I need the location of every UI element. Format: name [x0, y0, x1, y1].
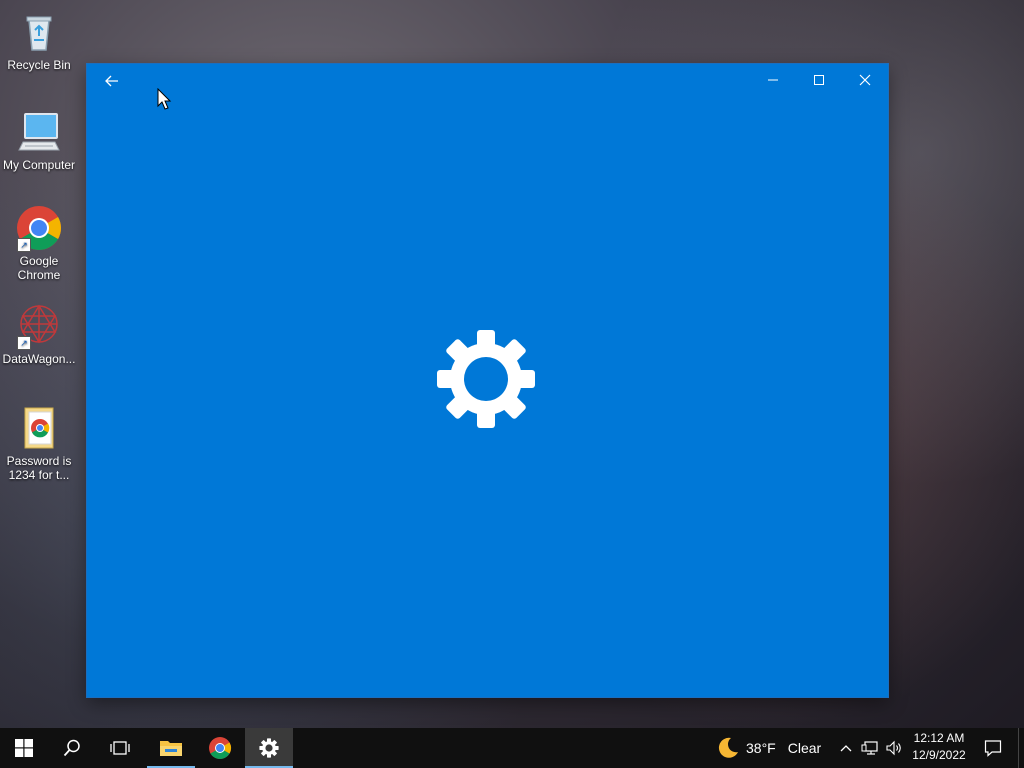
desktop-icon-label: Google Chrome — [17, 254, 61, 282]
taskbar-google-chrome[interactable] — [196, 728, 244, 768]
action-center-button[interactable] — [978, 728, 1008, 768]
shortcut-arrow-icon: ↗ — [17, 238, 31, 252]
recycle-bin-icon — [15, 8, 63, 56]
desktop-icon-datawagon[interactable]: ↗ DataWagon... — [0, 302, 78, 366]
show-desktop-button[interactable] — [1018, 728, 1024, 768]
back-button[interactable] — [97, 69, 127, 93]
desktop-icon-label: Password is 1234 for t... — [6, 454, 72, 482]
minimize-button[interactable] — [750, 64, 796, 96]
minimize-icon — [768, 79, 778, 81]
weather-condition: Clear — [787, 740, 822, 756]
settings-gear-icon — [436, 329, 536, 429]
desktop-icon-label: My Computer — [2, 158, 76, 172]
clock-time: 12:12 AM — [913, 731, 965, 745]
search-button[interactable] — [48, 728, 96, 768]
taskbar-settings[interactable] — [245, 728, 293, 768]
maximize-icon — [814, 75, 824, 85]
clock-date: 12/9/2022 — [912, 748, 966, 762]
back-arrow-icon — [105, 75, 118, 87]
chrome-icon: ↗ — [15, 204, 63, 252]
windows-logo-icon — [15, 739, 33, 757]
notification-icon — [984, 740, 1002, 757]
close-icon — [859, 74, 871, 86]
moon-icon — [718, 737, 738, 758]
settings-window[interactable] — [87, 64, 888, 697]
folder-icon — [160, 741, 182, 756]
computer-icon — [15, 108, 63, 156]
desktop-icon-recycle-bin[interactable]: Recycle Bin — [0, 8, 78, 72]
desktop-icon-password-file[interactable]: Password is 1234 for t... — [0, 404, 78, 482]
desktop-icon-label: DataWagon... — [2, 352, 76, 366]
taskbar: 38°F Clear 12:12 AM 12/9/2022 — [0, 728, 1024, 768]
weather-temperature: 38°F — [746, 740, 776, 756]
network-icon — [861, 741, 878, 755]
weather-widget[interactable]: 38°F Clear — [716, 728, 821, 768]
show-hidden-icons-button[interactable] — [836, 728, 856, 768]
task-view-button[interactable] — [96, 728, 144, 768]
document-icon — [15, 404, 63, 452]
network-tray-button[interactable] — [858, 728, 882, 768]
mouse-cursor-icon — [157, 87, 173, 112]
window-titlebar[interactable] — [87, 64, 888, 96]
maximize-button[interactable] — [796, 64, 842, 96]
gear-icon — [259, 738, 279, 758]
close-button[interactable] — [842, 64, 888, 96]
datawagon-icon: ↗ — [15, 302, 63, 350]
chevron-up-icon — [840, 745, 852, 752]
taskbar-file-explorer[interactable] — [147, 728, 195, 768]
desktop-icon-google-chrome[interactable]: ↗ Google Chrome — [0, 204, 78, 282]
taskbar-clock[interactable]: 12:12 AM 12/9/2022 — [906, 730, 972, 764]
task-view-icon — [110, 741, 130, 755]
shortcut-arrow-icon: ↗ — [17, 336, 31, 350]
start-button[interactable] — [0, 728, 48, 768]
desktop-icon-label: Recycle Bin — [7, 58, 71, 72]
volume-icon — [886, 740, 901, 756]
search-icon — [63, 739, 80, 757]
chrome-icon — [209, 737, 231, 759]
volume-tray-button[interactable] — [883, 728, 905, 768]
desktop-icon-my-computer[interactable]: My Computer — [0, 108, 78, 172]
